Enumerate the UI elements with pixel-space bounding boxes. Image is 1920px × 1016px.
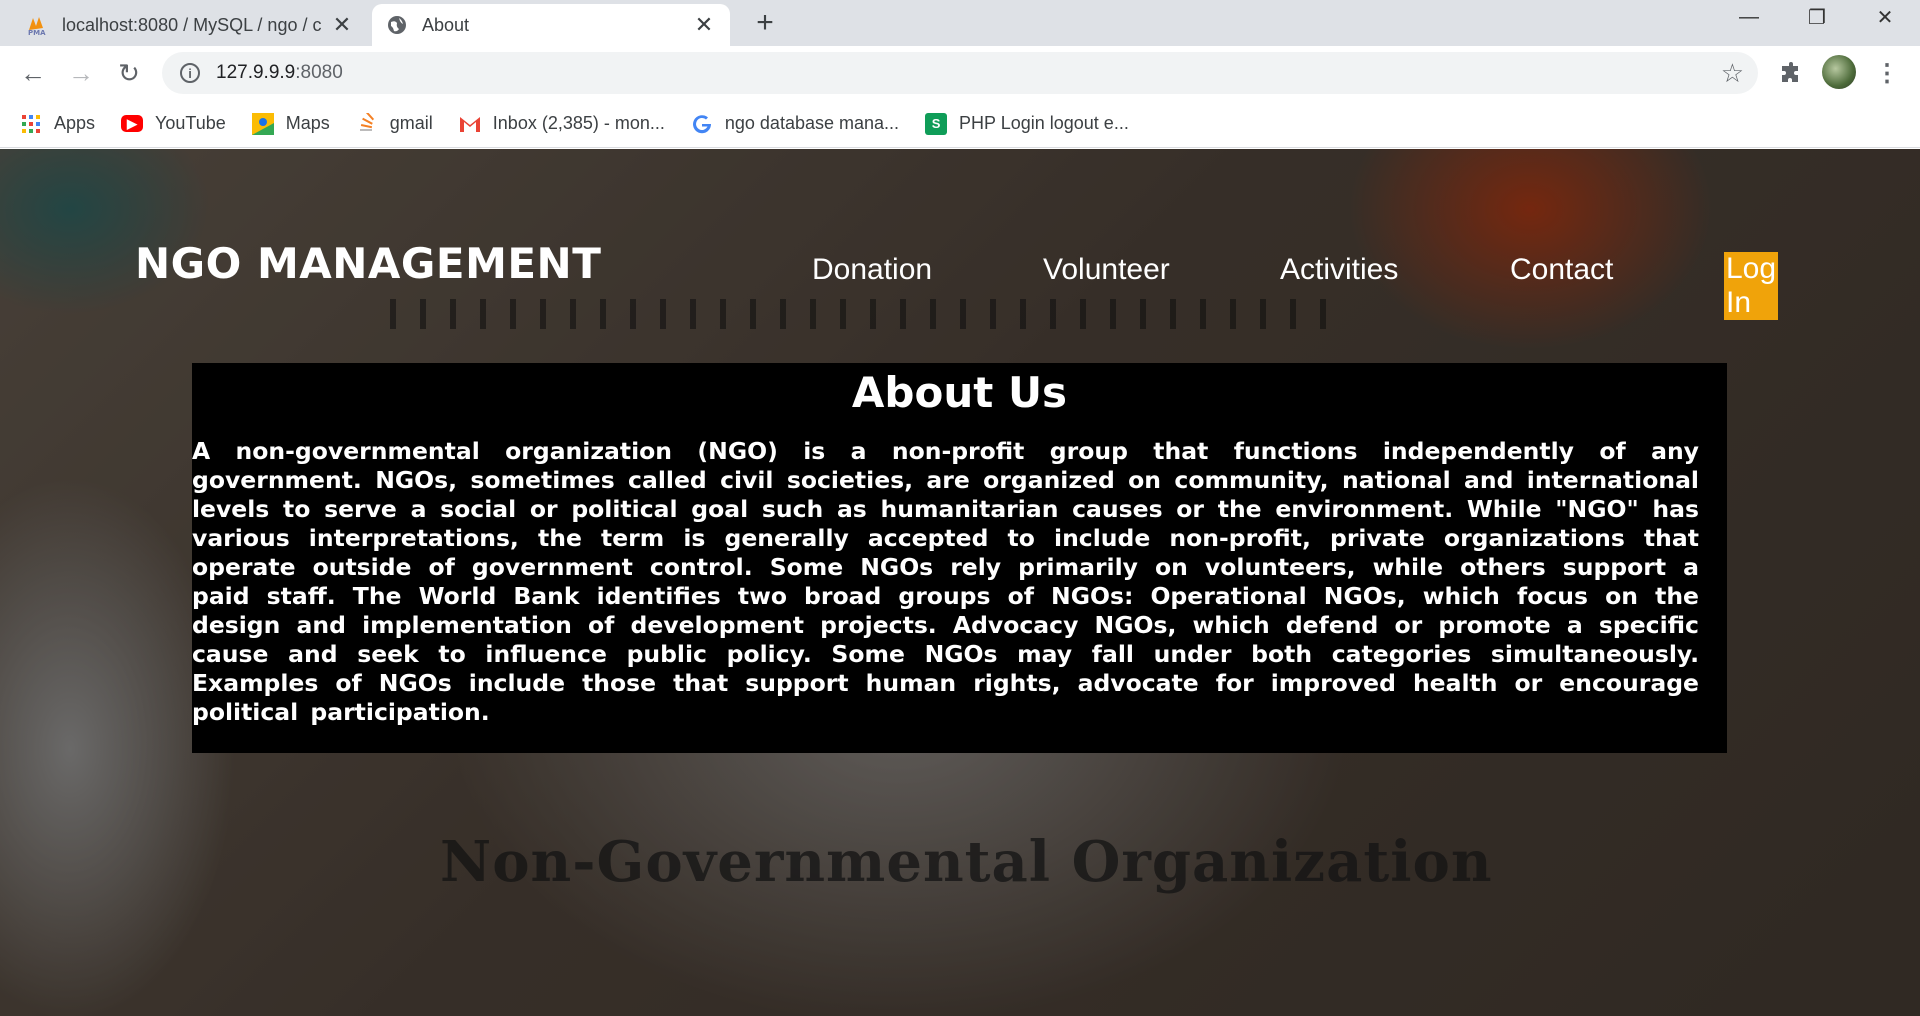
tab-phpmyadmin[interactable]: PMA localhost:8080 / MySQL / ngo / c ✕ [12,4,368,46]
extensions-puzzle-icon[interactable] [1774,56,1808,90]
apps-grid-icon [20,113,42,135]
url-host: 127.9.9.9 [216,62,296,83]
maps-icon [251,112,274,135]
page-viewport: Non-Governmental Organization NGO MANAGE… [0,149,1920,1016]
close-icon[interactable]: ✕ [330,12,354,37]
site-header: NGO MANAGEMENT Donation Volunteer Activi… [0,149,1920,329]
profile-avatar[interactable] [1822,55,1856,89]
browser-tab-strip: PMA localhost:8080 / MySQL / ngo / c ✕ A… [0,0,1920,46]
browser-toolbar: ← → ↻ i 127.9.9.9:8080 ☆ ⋮ [0,46,1920,100]
tab-title: localhost:8080 / MySQL / ngo / c [62,14,322,35]
bookmark-label: gmail [389,113,433,133]
about-section: About Us A non-governmental organization… [192,363,1727,753]
gmail-icon [459,113,481,135]
background-watermark-text: Non-Governmental Organization [440,829,1493,895]
globe-icon [386,14,408,36]
youtube-icon: ▶ [121,115,144,132]
bookmark-label: ngo database mana... [724,113,900,133]
close-icon[interactable]: ✕ [692,12,716,37]
bookmark-label: PHP Login logout e... [959,113,1129,133]
forward-arrow-icon[interactable]: → [62,54,100,92]
nav-donation[interactable]: Donation [812,253,932,287]
url-port: :8080 [295,62,343,83]
back-arrow-icon[interactable]: ← [14,54,52,92]
about-body: A non-governmental organization (NGO) is… [192,437,1699,726]
new-tab-plus-icon[interactable]: + [748,6,782,40]
s-icon: S [925,112,948,135]
svg-text:PMA: PMA [28,29,46,36]
bookmark-gmail-stackoverflow[interactable]: gmail [356,112,433,135]
reload-icon[interactable]: ↻ [110,54,148,92]
bookmark-maps[interactable]: Maps [251,112,330,135]
tab-about[interactable]: About ✕ [372,4,730,46]
bookmark-label: Apps [54,113,96,133]
bookmark-inbox[interactable]: Inbox (2,385) - mon... [459,113,665,135]
site-logo[interactable]: NGO MANAGEMENT [135,239,601,288]
bookmark-php-login[interactable]: S PHP Login logout e... [925,112,1129,135]
bookmark-ngo-database[interactable]: ngo database mana... [691,113,899,135]
bookmark-label: YouTube [155,113,226,133]
bookmarks-bar: Apps ▶ YouTube Maps gmail Inbox (2,385) … [0,100,1920,148]
window-close-icon[interactable]: ✕ [1856,0,1914,34]
nav-contact[interactable]: Contact [1510,253,1613,287]
bookmark-star-icon[interactable]: ☆ [1721,58,1744,89]
info-icon[interactable]: i [180,63,200,83]
google-icon [691,113,713,135]
bookmark-label: Maps [285,113,330,133]
bookmark-label: Inbox (2,385) - mon... [492,113,665,133]
restore-icon[interactable]: ❐ [1788,0,1846,34]
kebab-menu-icon[interactable]: ⋮ [1872,56,1902,90]
url-text[interactable]: 127.9.9.9:8080 [216,62,343,84]
about-title: About Us [851,368,1068,417]
address-bar[interactable]: i 127.9.9.9:8080 ☆ [162,52,1758,94]
nav-volunteer[interactable]: Volunteer [1043,253,1170,287]
login-button[interactable]: Log In [1724,252,1779,320]
bookmark-youtube[interactable]: ▶ YouTube [121,113,226,134]
nav-activities[interactable]: Activities [1280,253,1398,287]
stackoverflow-icon [356,112,378,135]
minimize-icon[interactable]: — [1720,0,1778,34]
bookmark-apps[interactable]: Apps [20,113,95,135]
phpmyadmin-icon: PMA [26,14,48,36]
tab-title: About [422,14,470,35]
